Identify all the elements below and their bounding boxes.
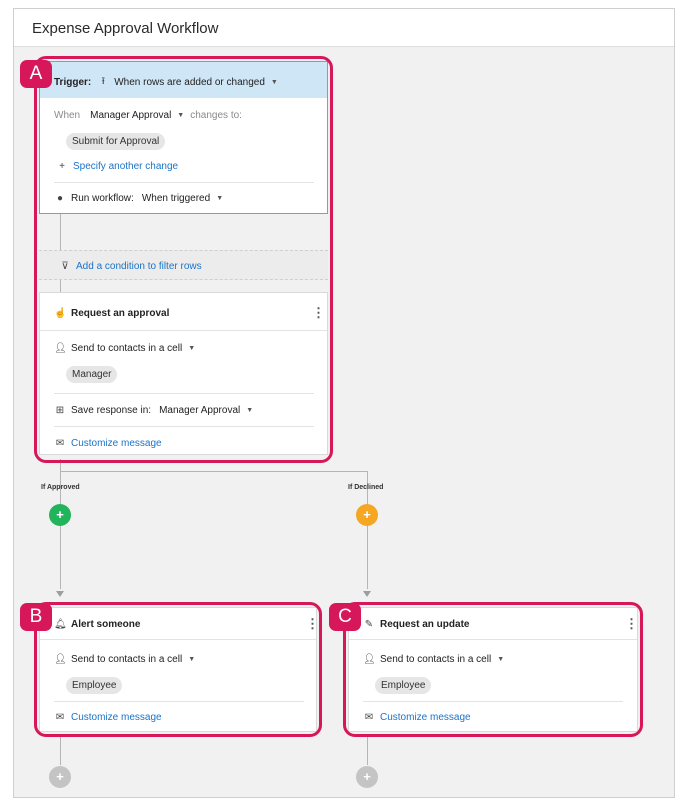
title-bar: Expense Approval Workflow <box>14 9 674 47</box>
callout-badge-a: A <box>20 60 52 88</box>
highlight-frame-a <box>34 56 333 463</box>
add-approved-step-button[interactable]: + <box>49 504 71 526</box>
connector-line <box>367 735 368 765</box>
add-step-button[interactable]: + <box>356 766 378 788</box>
add-declined-step-button[interactable]: + <box>356 504 378 526</box>
branch-connector <box>60 471 367 472</box>
approved-branch-label: If Approved <box>41 484 80 491</box>
arrow-down-icon <box>363 591 371 597</box>
arrow-down-icon <box>56 591 64 597</box>
callout-badge-b: B <box>20 603 52 631</box>
highlight-frame-c <box>343 602 643 737</box>
add-step-button[interactable]: + <box>49 766 71 788</box>
workflow-window: Expense Approval Workflow Trigger: ⭱ Whe… <box>13 8 675 798</box>
callout-badge-c: C <box>329 603 361 631</box>
declined-branch-label: If Declined <box>348 484 384 491</box>
highlight-frame-b <box>34 602 322 737</box>
page-title: Expense Approval Workflow <box>32 20 219 37</box>
connector-line <box>60 735 61 765</box>
